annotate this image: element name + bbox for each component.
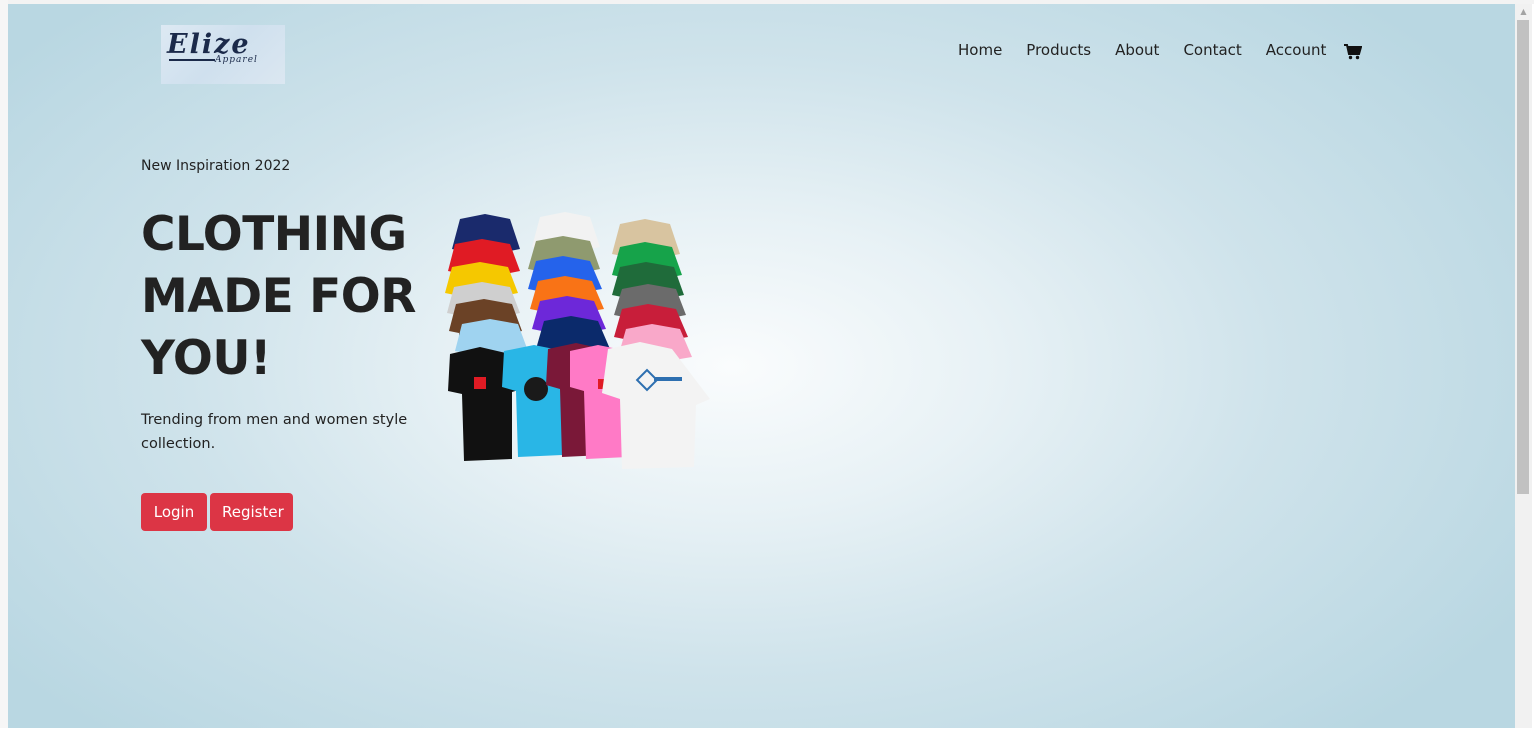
hero-headline: CLOTHING MADE FOR YOU! [141,207,416,386]
window-left-edge [0,0,8,737]
nav-contact-link[interactable]: Contact [1183,41,1241,59]
brand-logo[interactable]: Elize Apparel [161,25,285,84]
tshirt-stack-image [445,212,710,469]
main-nav: Home Products About Contact Account [958,38,1350,62]
hero-section: Elize Apparel Home Products About Contac… [8,4,1515,728]
nav-home-link[interactable]: Home [958,41,1002,59]
window-bottom-edge [0,728,1534,737]
scrollbar-thumb[interactable] [1517,20,1529,494]
logo-subtext: Apparel [215,55,258,65]
login-button[interactable]: Login [141,493,207,531]
nav-about-link[interactable]: About [1115,41,1159,59]
nav-account-link[interactable]: Account [1266,41,1327,59]
nav-products-link[interactable]: Products [1026,41,1091,59]
hero-eyebrow: New Inspiration 2022 [141,158,291,174]
hero-subtext: Trending from men and women style collec… [141,412,408,452]
logo-underline [169,59,215,61]
vertical-scrollbar[interactable]: ▲ [1515,4,1532,728]
register-button[interactable]: Register [210,493,293,531]
shopping-cart-icon[interactable] [1344,44,1362,60]
scroll-up-arrow-icon[interactable]: ▲ [1515,6,1532,18]
